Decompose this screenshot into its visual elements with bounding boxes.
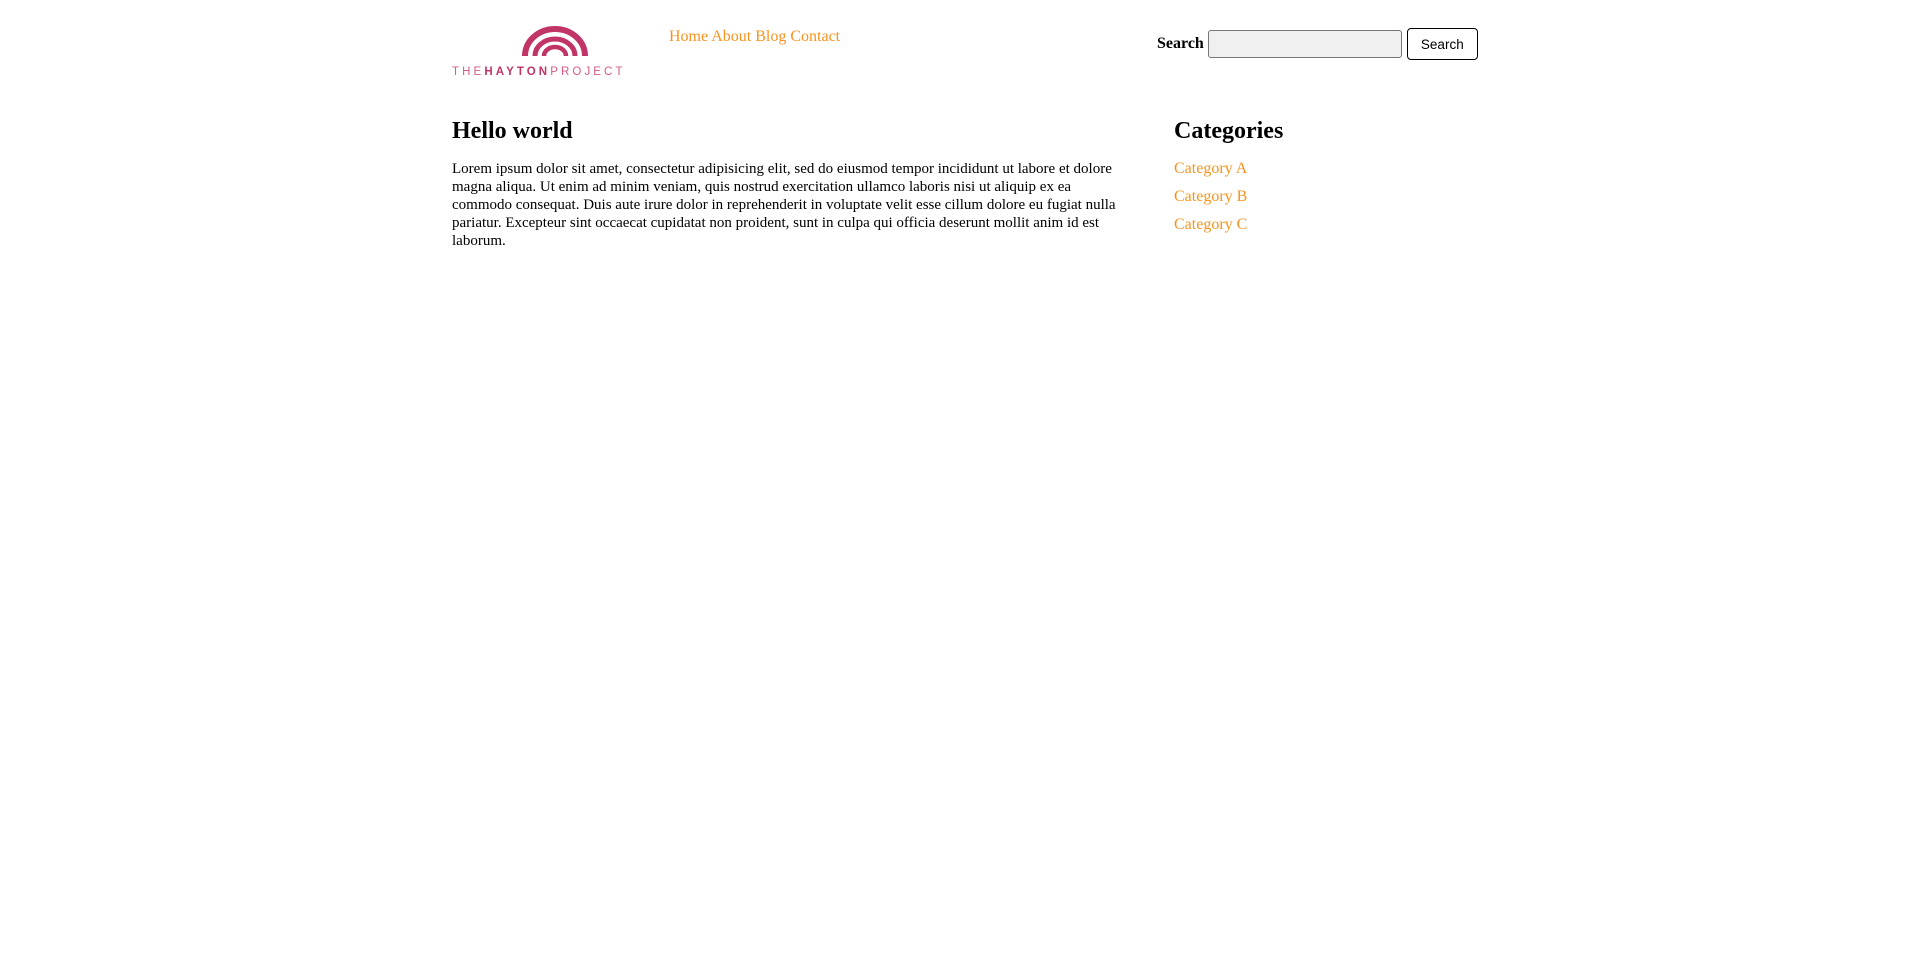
logo-text-bold: HAYTON [484,66,551,78]
logo-text-suffix: PROJECT [550,66,626,78]
post-title: Hello world [452,118,573,144]
main-content: Hello world Lorem ipsum dolor sit amet, … [452,116,1132,250]
category-a-link[interactable]: Category A [1174,160,1247,177]
post-body: Lorem ipsum dolor sit amet, consectetur … [452,161,1116,249]
nav-contact-link[interactable]: Contact [790,28,840,45]
search-form: Search Search [1157,28,1478,60]
nav-about-link[interactable]: About [711,28,751,45]
logo-text-prefix: THE [452,66,485,78]
logo-wordmark: THEHAYTONPROJECT [452,66,658,78]
nav-home-link[interactable]: Home [669,28,708,45]
sidebar-title: Categories [1174,118,1284,144]
search-label: Search [1157,35,1204,52]
search-button[interactable]: Search [1406,28,1478,60]
main-nav: Home About Blog Contact [669,28,840,46]
category-item: Category C [1174,216,1474,234]
rainbow-arch-icon [522,26,588,57]
category-b-link[interactable]: Category B [1174,188,1247,205]
nav-blog-link[interactable]: Blog [755,28,786,45]
category-item: Category B [1174,188,1474,206]
category-item: Category A [1174,160,1474,178]
page: THEHAYTONPROJECT Home About Blog Contact… [0,0,1922,953]
search-input[interactable] [1207,30,1402,58]
site-logo[interactable]: THEHAYTONPROJECT [452,26,658,82]
category-list: Category A Category B Category C [1174,160,1474,234]
category-c-link[interactable]: Category C [1174,216,1247,233]
sidebar: Categories Category A Category B Categor… [1174,116,1474,244]
